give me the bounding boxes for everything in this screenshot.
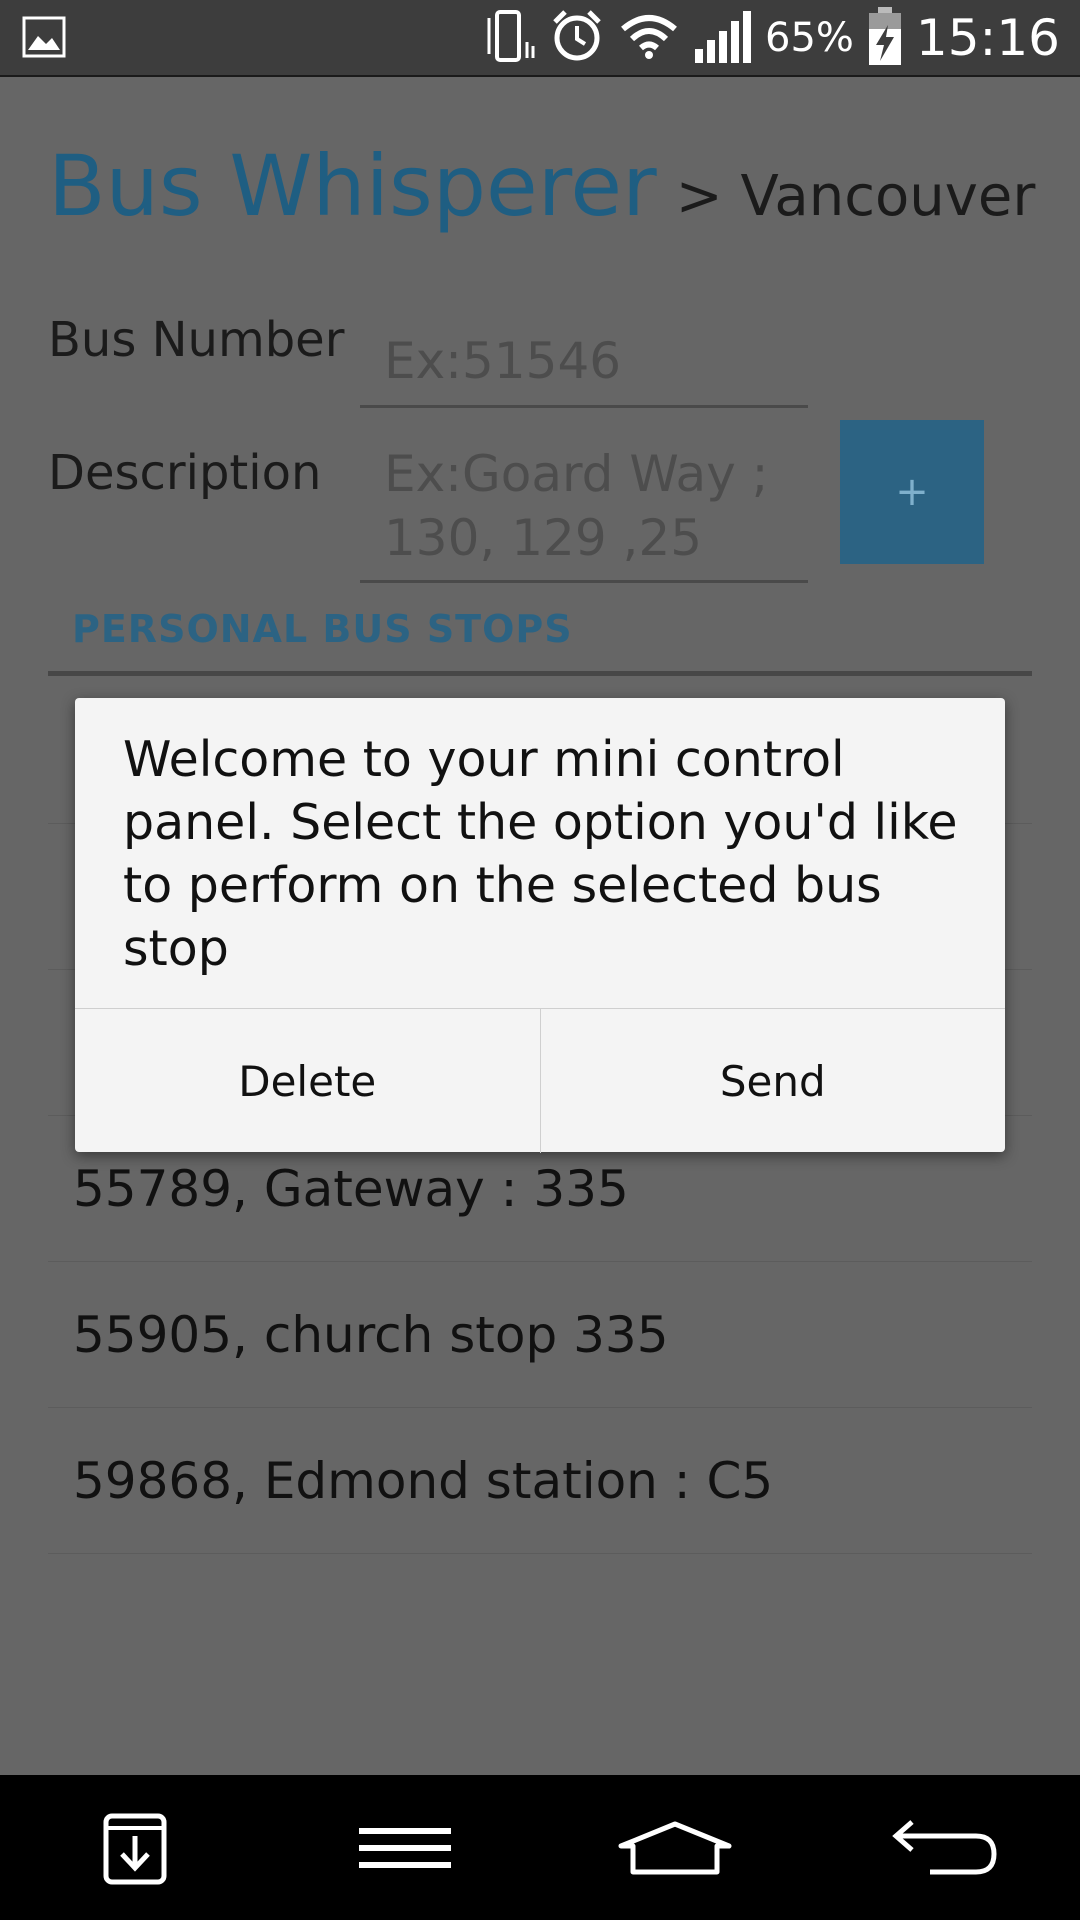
app-title: Bus Whisperer [48, 137, 657, 235]
bus-number-input[interactable]: Ex:51546 [360, 329, 808, 408]
header: Bus Whisperer > Vancouver [48, 137, 1035, 235]
dialog-message: Welcome to your mini control panel. Sele… [123, 731, 958, 977]
description-label: Description [48, 445, 322, 501]
add-stop-button[interactable]: + [840, 420, 984, 564]
vibrate-icon [485, 8, 535, 68]
section-divider [48, 671, 1032, 676]
menu-icon[interactable] [340, 1798, 470, 1898]
personal-bus-stops-heading: PERSONAL BUS STOPS [72, 607, 573, 651]
signal-icon [693, 9, 751, 67]
download-icon[interactable] [70, 1798, 200, 1898]
back-icon[interactable] [880, 1798, 1010, 1898]
stop-label: 55789, Gateway : 335 [73, 1160, 629, 1218]
stop-label: 59868, Edmond station : C5 [73, 1452, 774, 1510]
send-button[interactable]: Send [539, 1009, 1006, 1153]
delete-button[interactable]: Delete [75, 1009, 540, 1153]
gallery-icon [22, 16, 66, 58]
list-item[interactable]: 59868, Edmond station : C5 [48, 1408, 1032, 1554]
battery-percent: 65% [765, 14, 854, 61]
dialog-button-bar: Delete Send [75, 1008, 1005, 1153]
wifi-icon [619, 11, 679, 65]
city-selector[interactable]: > Vancouver [676, 164, 1036, 229]
description-input[interactable]: Ex:Goard Way ; 130, 129 ,25 [360, 442, 808, 583]
alarm-icon [549, 8, 605, 68]
status-bar: 65% 15:16 [0, 0, 1080, 77]
home-icon[interactable] [610, 1798, 740, 1898]
list-item[interactable]: 55905, church stop 335 [48, 1262, 1032, 1408]
bus-number-label: Bus Number [48, 312, 345, 368]
navigation-bar [0, 1775, 1080, 1920]
battery-charging-icon [868, 6, 902, 69]
clock: 15:16 [915, 8, 1060, 67]
control-panel-dialog: Welcome to your mini control panel. Sele… [75, 698, 1005, 1153]
stop-label: 55905, church stop 335 [73, 1306, 669, 1364]
